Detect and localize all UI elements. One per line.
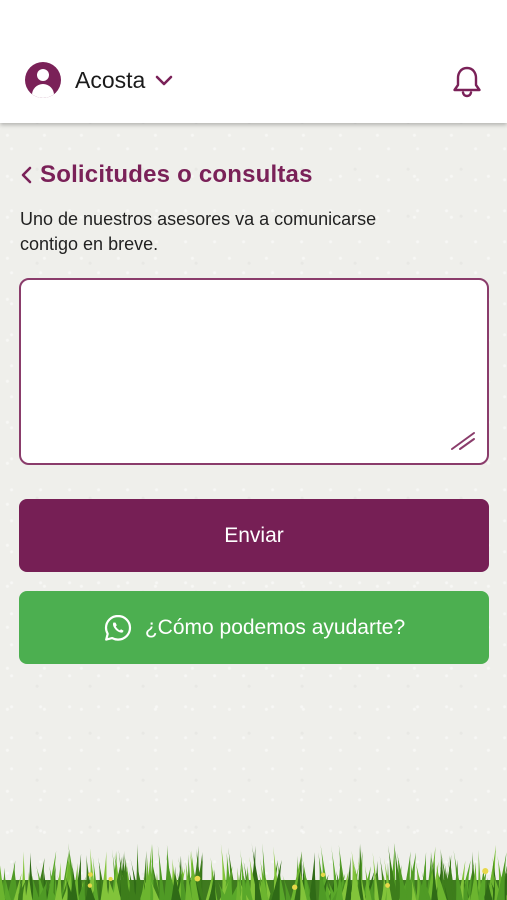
account-selector[interactable]: Acosta <box>25 62 173 98</box>
back-chevron-icon[interactable] <box>18 165 36 185</box>
send-button-label: Enviar <box>224 523 284 547</box>
page-header: Solicitudes o consultas <box>18 158 313 192</box>
bell-icon[interactable] <box>450 64 484 98</box>
page-description: Uno de nuestros asesores va a comunicars… <box>20 209 377 254</box>
send-button[interactable]: Enviar <box>19 499 489 572</box>
grass-decoration <box>0 842 507 900</box>
message-textarea[interactable] <box>19 278 489 465</box>
page-title: Solicitudes o consultas <box>40 161 313 188</box>
account-name: Acosta <box>75 66 146 93</box>
user-avatar-icon <box>25 62 61 98</box>
chevron-down-icon <box>156 75 173 86</box>
top-app-bar: Acosta <box>0 0 507 123</box>
whatsapp-icon <box>104 614 131 641</box>
whatsapp-help-button[interactable]: ¿Cómo podemos ayudarte? <box>19 591 489 664</box>
whatsapp-button-label: ¿Cómo podemos ayudarte? <box>144 615 406 639</box>
